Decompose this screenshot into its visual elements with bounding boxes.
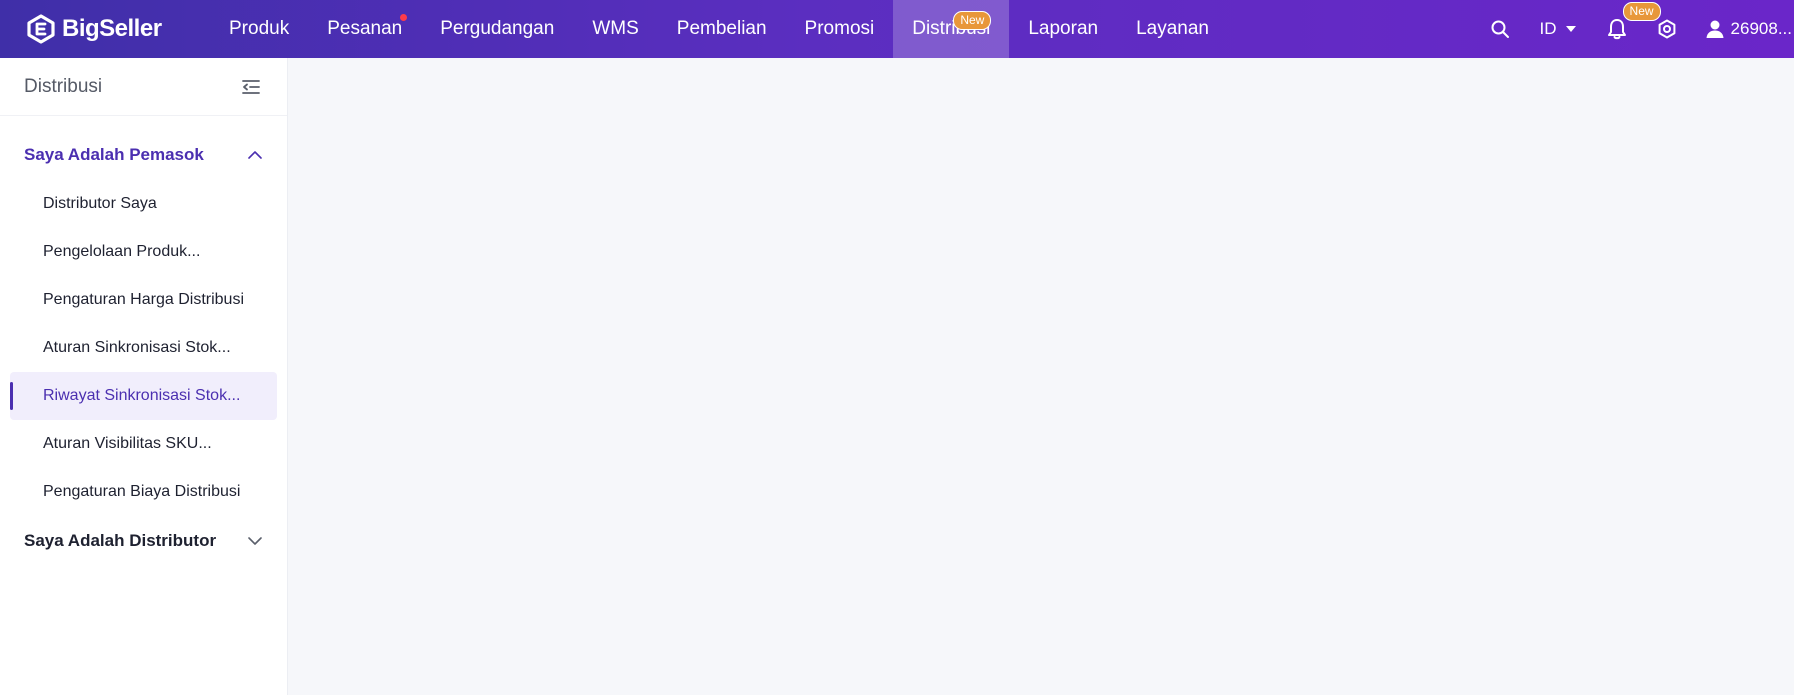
user-icon: [1706, 20, 1724, 38]
nav-item-promosi[interactable]: Promosi: [786, 0, 894, 58]
sidebar-group-pemasok[interactable]: Saya Adalah Pemasok: [0, 130, 287, 180]
sidebar-item-riwayat-sinkronisasi-stok[interactable]: Riwayat Sinkronisasi Stok...: [10, 372, 277, 420]
nav-item-pergudangan[interactable]: Pergudangan: [421, 0, 573, 58]
nav-item-layanan[interactable]: Layanan: [1117, 0, 1228, 58]
new-badge: New: [1622, 2, 1661, 21]
caret-down-icon: [1565, 26, 1576, 32]
nav-label: Promosi: [804, 18, 875, 39]
language-selector[interactable]: ID: [1540, 19, 1577, 39]
collapse-menu-icon[interactable]: [241, 78, 261, 96]
nav-label: Laporan: [1028, 18, 1099, 39]
chevron-down-icon: [248, 537, 262, 545]
main-content: [288, 58, 1794, 695]
sidebar-item-pengaturan-harga[interactable]: Pengaturan Harga Distribusi: [10, 276, 277, 324]
menu-label: Distributor Saya: [43, 195, 157, 212]
gear-icon: [1658, 19, 1675, 39]
sidebar-item-distributor-saya[interactable]: Distributor Saya: [10, 180, 277, 228]
nav-label: Layanan: [1136, 18, 1209, 39]
sidebar-item-pengaturan-biaya[interactable]: Pengaturan Biaya Distribusi: [10, 468, 277, 516]
menu-label: Pengelolaan Produk...: [43, 243, 201, 260]
nav-label: Produk: [229, 18, 290, 39]
brand-logo[interactable]: BigSeller: [26, 12, 162, 46]
nav-item-laporan[interactable]: Laporan: [1009, 0, 1117, 58]
search-icon: [1491, 20, 1509, 38]
menu-label: Pengaturan Biaya Distribusi: [43, 483, 241, 500]
header-tools: ID New 26908...: [1490, 0, 1794, 58]
group-label: Saya Adalah Distributor: [24, 531, 217, 550]
sidebar-item-aturan-sinkronisasi-stok[interactable]: Aturan Sinkronisasi Stok...: [10, 324, 277, 372]
sidebar-header: Distribusi: [0, 58, 287, 116]
nav-item-distribusi[interactable]: Distribusi New: [893, 0, 1010, 58]
nav-item-produk[interactable]: Produk: [210, 0, 308, 58]
nav-item-pesanan[interactable]: Pesanan: [308, 0, 421, 58]
nav-label: Pergudangan: [440, 18, 555, 39]
language-label: ID: [1539, 19, 1557, 38]
bell-icon: [1607, 19, 1626, 40]
search-button[interactable]: [1490, 19, 1510, 39]
sidebar: Distribusi Saya Adalah Pemasok Distribut…: [0, 58, 288, 695]
new-badge: New: [953, 11, 992, 30]
user-id: 26908...: [1730, 19, 1792, 38]
settings-button[interactable]: [1657, 19, 1677, 39]
menu-label: Pengaturan Harga Distribusi: [43, 291, 244, 308]
sidebar-title: Distribusi: [24, 75, 103, 97]
menu-label: Riwayat Sinkronisasi Stok...: [43, 387, 241, 404]
nav-item-pembelian[interactable]: Pembelian: [658, 0, 786, 58]
top-navigation-bar: BigSeller Produk Pesanan Pergudangan WMS…: [0, 0, 1794, 58]
sidebar-item-pengelolaan-produk[interactable]: Pengelolaan Produk...: [10, 228, 277, 276]
sidebar-group-distributor[interactable]: Saya Adalah Distributor: [0, 516, 287, 566]
brand-name: BigSeller: [62, 15, 162, 42]
user-menu[interactable]: 26908...: [1705, 19, 1792, 39]
main-nav: Produk Pesanan Pergudangan WMS Pembelian…: [210, 0, 1228, 58]
nav-label: Pembelian: [676, 18, 767, 39]
bigseller-logo-icon: [27, 14, 55, 44]
sidebar-item-aturan-visibilitas-sku[interactable]: Aturan Visibilitas SKU...: [10, 420, 277, 468]
notification-dot: [400, 14, 408, 21]
group-label: Saya Adalah Pemasok: [24, 145, 204, 164]
notifications-button[interactable]: New: [1607, 2, 1661, 40]
menu-label: Aturan Visibilitas SKU...: [43, 435, 212, 452]
nav-item-wms[interactable]: WMS: [573, 0, 657, 58]
chevron-up-icon: [248, 151, 262, 159]
menu-label: Aturan Sinkronisasi Stok...: [43, 339, 231, 356]
nav-label: Pesanan: [327, 18, 403, 39]
nav-label: WMS: [592, 18, 639, 39]
